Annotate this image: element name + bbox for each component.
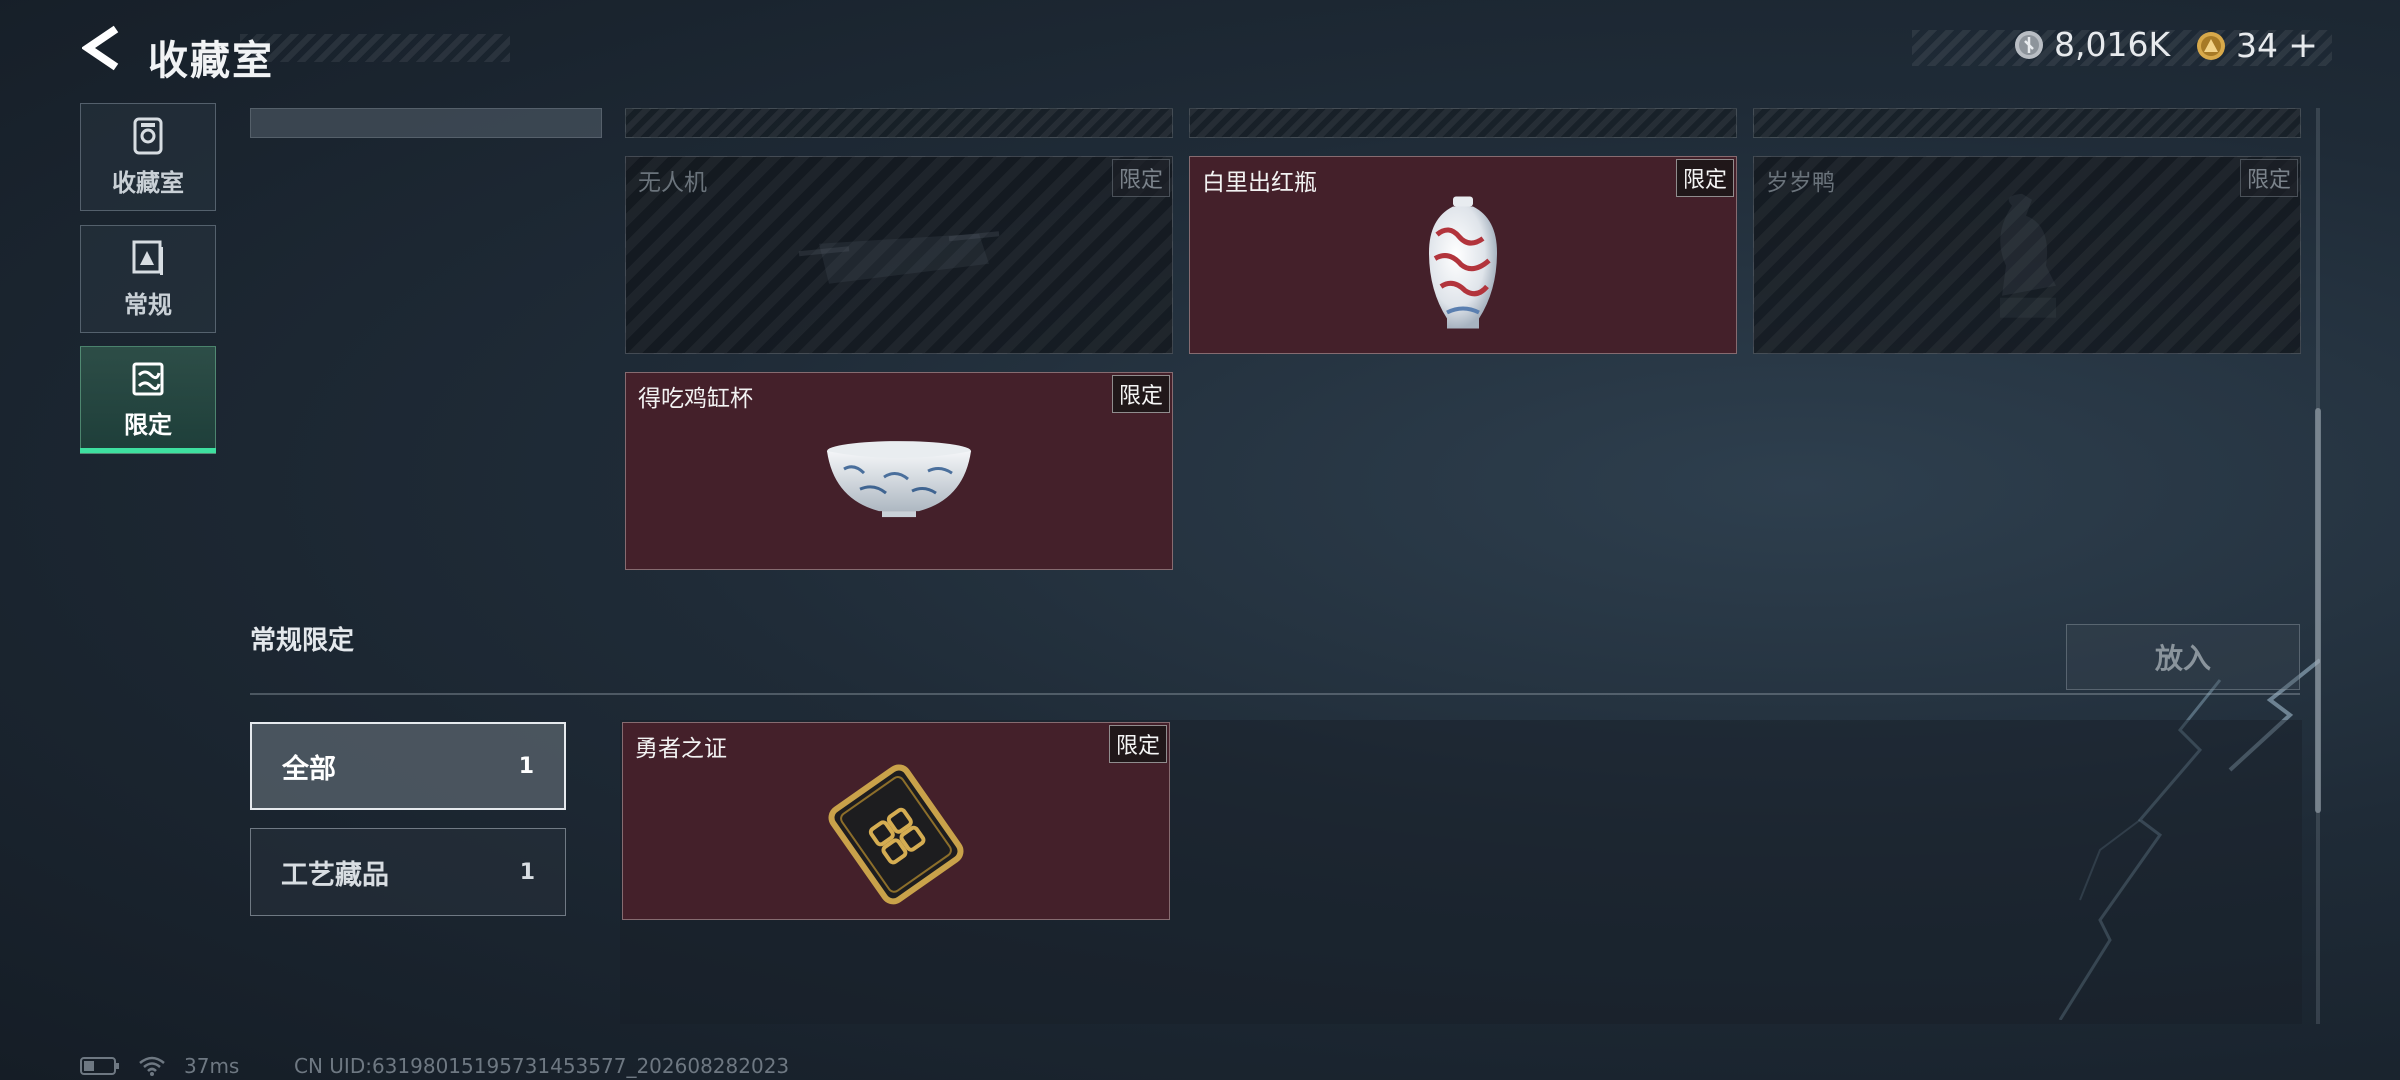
duck-statue-art xyxy=(1982,186,2072,340)
section-title: 常规限定 xyxy=(250,626,355,656)
filter-count: 1 xyxy=(519,859,535,885)
nav-active-indicator xyxy=(80,448,216,453)
silver-currency: 8,016K xyxy=(2014,25,2170,64)
battery-icon xyxy=(80,1057,119,1075)
title-area: 收藏室 xyxy=(140,28,510,84)
drone-art xyxy=(789,204,1009,318)
card-name: 岁岁鸭 xyxy=(1766,170,1835,196)
limited-tag: 限定 xyxy=(1675,159,1734,197)
card-name: 白里出红瓶 xyxy=(1202,170,1317,196)
place-in-button[interactable]: 放入 xyxy=(2066,624,2300,690)
collection-icon xyxy=(133,117,163,154)
card-name: 勇者之证 xyxy=(635,736,727,762)
filter-label: 工艺藏品 xyxy=(281,859,389,891)
collection-card-duck[interactable]: 岁岁鸭 限定 xyxy=(1753,156,2301,354)
add-currency-button[interactable]: + xyxy=(2288,25,2318,66)
filter-all[interactable]: 全部 1 xyxy=(250,722,566,810)
card-top-strip xyxy=(1189,108,1737,138)
cup-art xyxy=(824,439,974,523)
wifi-icon xyxy=(139,1056,165,1076)
card-name: 无人机 xyxy=(638,170,707,196)
limited-tag: 限定 xyxy=(1111,375,1170,413)
gold-coin-icon xyxy=(2197,31,2225,60)
nav-item-limited[interactable]: 限定 xyxy=(80,346,216,454)
back-button[interactable] xyxy=(78,22,126,74)
card-name: 得吃鸡缸杯 xyxy=(638,386,753,412)
collection-card-cup[interactable]: 得吃鸡缸杯 限定 xyxy=(625,372,1173,570)
ping-value: 37ms xyxy=(184,1054,240,1078)
limited-tag: 限定 xyxy=(2239,159,2298,197)
nav-item-label: 限定 xyxy=(124,410,172,439)
page-title: 收藏室 xyxy=(148,38,274,84)
collection-card-brave-badge[interactable]: 勇者之证 限定 xyxy=(622,722,1170,920)
back-arrow-icon xyxy=(82,25,119,71)
card-art xyxy=(821,759,971,913)
regular-icon xyxy=(132,240,163,275)
title-decoration xyxy=(240,34,510,62)
filter-label: 全部 xyxy=(282,753,336,785)
filter-count: 1 xyxy=(518,753,534,779)
collection-card-drone[interactable]: 无人机 限定 xyxy=(625,156,1173,354)
top-header: 收藏室 8,016K 34 + xyxy=(0,0,2400,100)
silver-currency-value: 8,016K xyxy=(2054,25,2171,64)
vase-art xyxy=(1413,195,1513,339)
section-divider xyxy=(250,693,2300,695)
gold-currency: 34 + xyxy=(2196,25,2318,66)
nav-item-collection[interactable]: 收藏室 xyxy=(80,103,216,211)
scrollbar-thumb[interactable] xyxy=(2315,408,2321,813)
status-bar: 37ms xyxy=(80,1054,239,1078)
card-top-strip xyxy=(1753,108,2301,138)
nav-item-regular[interactable]: 常规 xyxy=(80,225,216,333)
card-top-strip xyxy=(625,108,1173,138)
filter-craft-collection[interactable]: 工艺藏品 1 xyxy=(250,828,566,916)
limited-tag: 限定 xyxy=(1108,725,1167,763)
limited-tag: 限定 xyxy=(1111,159,1170,197)
silver-coin-icon xyxy=(2015,30,2043,59)
user-uid: CN UID:631980151957314535​77_20260828202… xyxy=(294,1054,790,1078)
limited-icon xyxy=(132,362,164,395)
category-header-bar xyxy=(250,108,602,138)
gold-currency-value: 34 xyxy=(2236,26,2278,65)
nav-item-label: 收藏室 xyxy=(112,168,184,197)
nav-item-label: 常规 xyxy=(124,290,172,319)
collection-card-vase[interactable]: 白里出红瓶 限定 xyxy=(1189,156,1737,354)
